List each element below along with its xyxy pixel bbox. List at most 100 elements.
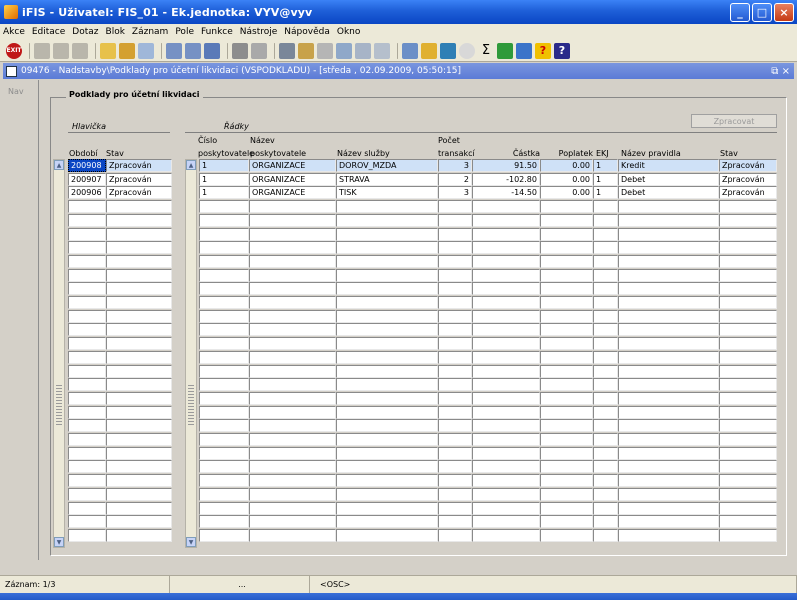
detail-cell-cislo[interactable]: 1 xyxy=(199,172,249,186)
web-icon[interactable] xyxy=(516,42,532,59)
menu-item-funkce[interactable]: Funkce xyxy=(201,27,233,37)
header-cell-stav[interactable] xyxy=(106,433,172,446)
list-icon[interactable] xyxy=(355,42,371,59)
detail-cell-nazev[interactable] xyxy=(249,323,336,337)
detail-cell-ekj[interactable] xyxy=(593,241,618,255)
detail-cell-ekj[interactable] xyxy=(593,474,618,488)
detail-cell-cislo[interactable] xyxy=(199,419,249,433)
detail-cell-pocet[interactable] xyxy=(438,528,472,542)
detail-cell-ekj[interactable] xyxy=(593,296,618,309)
detail-cell-stav[interactable] xyxy=(719,323,777,337)
detail-cell-ekj[interactable] xyxy=(593,227,618,241)
menu-item-napoveda[interactable]: Nápověda xyxy=(284,27,330,37)
detail-cell-pocet[interactable] xyxy=(438,433,472,446)
detail-cell-poplatek[interactable] xyxy=(540,213,593,227)
header-cell-obdobi[interactable] xyxy=(68,213,106,227)
header-cell-obdobi[interactable] xyxy=(68,378,106,392)
detail-cell-pocet[interactable] xyxy=(438,391,472,405)
detail-cell-castka[interactable] xyxy=(472,254,540,268)
detail-cell-castka[interactable] xyxy=(472,446,540,460)
detail-cell-sluzba[interactable] xyxy=(336,487,438,501)
detail-cell-poplatek[interactable] xyxy=(540,405,593,419)
detail-cell-sluzba[interactable] xyxy=(336,405,438,419)
detail-cell-nazev[interactable] xyxy=(249,487,336,501)
detail-cell-nazev[interactable] xyxy=(249,213,336,227)
header-cell-stav[interactable] xyxy=(106,254,172,268)
header-cell-obdobi[interactable] xyxy=(68,487,106,501)
detail-cell-cislo[interactable] xyxy=(199,391,249,405)
header-cell-obdobi[interactable] xyxy=(68,515,106,529)
detail-cell-castka[interactable] xyxy=(472,474,540,488)
detail-cell-poplatek[interactable] xyxy=(540,200,593,214)
detail-cell-poplatek[interactable] xyxy=(540,254,593,268)
detail-cell-stav[interactable] xyxy=(719,296,777,309)
detail-cell-nazev[interactable] xyxy=(249,200,336,214)
header-cell-stav[interactable] xyxy=(106,391,172,405)
detail-cell-pravidlo[interactable] xyxy=(618,487,719,501)
detail-cell-pocet[interactable] xyxy=(438,501,472,515)
detail-cell-poplatek[interactable] xyxy=(540,323,593,337)
detail-cell-nazev[interactable] xyxy=(249,501,336,515)
detail-cell-nazev[interactable]: ORGANIZACE xyxy=(249,186,336,200)
header-cell-stav[interactable] xyxy=(106,460,172,474)
detail-cell-pocet[interactable] xyxy=(438,323,472,337)
detail-cell-nazev[interactable] xyxy=(249,241,336,255)
detail-cell-poplatek[interactable] xyxy=(540,528,593,542)
detail-cell-pravidlo[interactable] xyxy=(618,378,719,392)
detail-cell-ekj[interactable] xyxy=(593,323,618,337)
detail-cell-pocet[interactable] xyxy=(438,254,472,268)
detail-cell-pravidlo[interactable] xyxy=(618,474,719,488)
detail-cell-stav[interactable]: Zpracován xyxy=(719,159,777,172)
detail-cell-castka[interactable] xyxy=(472,296,540,309)
menu-item-okno[interactable]: Okno xyxy=(337,27,361,37)
detail-cell-pravidlo[interactable] xyxy=(618,501,719,515)
detail-cell-pravidlo[interactable]: Kredit xyxy=(618,159,719,172)
detail-cell-ekj[interactable] xyxy=(593,433,618,446)
header-cell-stav[interactable] xyxy=(106,364,172,378)
detail-cell-sluzba[interactable] xyxy=(336,337,438,351)
detail-cell-castka[interactable] xyxy=(472,337,540,351)
detail-cell-castka[interactable] xyxy=(472,268,540,282)
detail-cell-ekj[interactable] xyxy=(593,515,618,529)
detail-cell-pocet[interactable] xyxy=(438,446,472,460)
header-cell-obdobi[interactable]: 200908 xyxy=(68,159,106,172)
header-cell-obdobi[interactable] xyxy=(68,200,106,214)
settings-icon[interactable] xyxy=(421,42,437,59)
header-cell-stav[interactable] xyxy=(106,337,172,351)
detail-cell-castka[interactable] xyxy=(472,213,540,227)
detail-cell-ekj[interactable] xyxy=(593,268,618,282)
detail-cell-sluzba[interactable] xyxy=(336,241,438,255)
detail-cell-nazev[interactable]: ORGANIZACE xyxy=(249,159,336,172)
detail-cell-sluzba[interactable] xyxy=(336,501,438,515)
header-cell-obdobi[interactable] xyxy=(68,268,106,282)
detail-cell-ekj[interactable] xyxy=(593,501,618,515)
header-cell-obdobi[interactable] xyxy=(68,337,106,351)
detail-cell-castka[interactable] xyxy=(472,200,540,214)
header-cell-stav[interactable] xyxy=(106,213,172,227)
detail-cell-poplatek[interactable] xyxy=(540,460,593,474)
header-cell-obdobi[interactable] xyxy=(68,296,106,309)
detail-cell-sluzba[interactable] xyxy=(336,268,438,282)
menu-item-nastroje[interactable]: Nástroje xyxy=(240,27,278,37)
detail-cell-pravidlo[interactable] xyxy=(618,528,719,542)
header-cell-stav[interactable] xyxy=(106,474,172,488)
zpracovat-button[interactable]: Zpracovat xyxy=(691,114,777,128)
detail-cell-sluzba[interactable] xyxy=(336,323,438,337)
detail-cell-nazev[interactable] xyxy=(249,528,336,542)
detail-cell-stav[interactable] xyxy=(719,227,777,241)
detail-cell-poplatek[interactable] xyxy=(540,364,593,378)
detail-cell-poplatek[interactable] xyxy=(540,296,593,309)
detail-cell-pocet[interactable] xyxy=(438,213,472,227)
excel-icon[interactable] xyxy=(497,42,513,59)
header-cell-obdobi[interactable] xyxy=(68,501,106,515)
detail-cell-stav[interactable] xyxy=(719,515,777,529)
detail-cell-ekj[interactable] xyxy=(593,200,618,214)
header-cell-stav[interactable] xyxy=(106,296,172,309)
detail-cell-stav[interactable] xyxy=(719,309,777,323)
detail-cell-stav[interactable] xyxy=(719,487,777,501)
detail-cell-cislo[interactable] xyxy=(199,515,249,529)
detail-cell-ekj[interactable] xyxy=(593,419,618,433)
detail-cell-poplatek[interactable] xyxy=(540,515,593,529)
detail-cell-pravidlo[interactable] xyxy=(618,200,719,214)
detail-cell-cislo[interactable] xyxy=(199,337,249,351)
